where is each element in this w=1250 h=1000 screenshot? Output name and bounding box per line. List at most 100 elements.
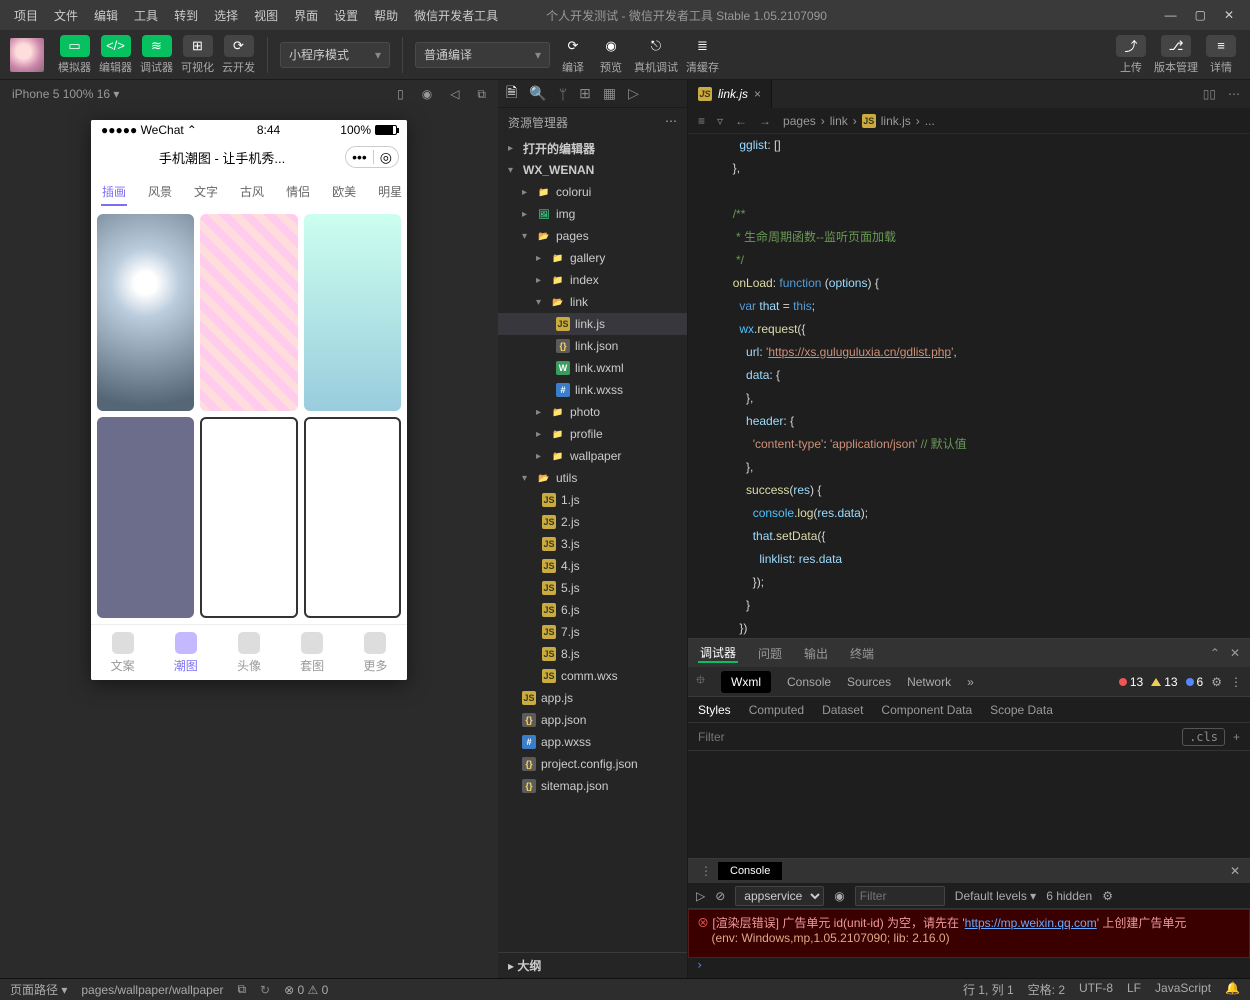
tab-network[interactable]: Network: [907, 675, 951, 689]
tab-sources[interactable]: Sources: [847, 675, 891, 689]
route-label[interactable]: 页面路径 ▾: [10, 981, 67, 998]
cat-tab[interactable]: 情侣: [275, 183, 321, 200]
cat-tab[interactable]: 风景: [137, 183, 183, 200]
bottom-tab[interactable]: 头像: [237, 632, 261, 674]
eye-icon[interactable]: ◉: [834, 889, 844, 903]
tree-file[interactable]: {}app.json: [498, 709, 687, 731]
split-icon[interactable]: ▯▯: [1203, 87, 1216, 101]
tree-file[interactable]: JSlink.js: [498, 313, 687, 335]
cat-tab[interactable]: 古风: [229, 183, 275, 200]
sync-icon[interactable]: ↻: [260, 983, 270, 997]
cloud-button[interactable]: ⟳云开发: [222, 35, 255, 75]
route-path[interactable]: pages/wallpaper/wallpaper: [81, 983, 223, 997]
lang-mode[interactable]: JavaScript: [1155, 981, 1211, 998]
debug-icon[interactable]: ▦: [603, 85, 616, 102]
avatar[interactable]: [10, 38, 44, 72]
gear-icon[interactable]: ⚙: [1211, 675, 1222, 689]
tree-file[interactable]: JS4.js: [498, 555, 687, 577]
close-icon[interactable]: ✕: [1220, 864, 1250, 878]
cat-tab[interactable]: 明星: [367, 183, 407, 200]
grid-item[interactable]: [304, 214, 401, 411]
run-icon[interactable]: ▷: [628, 85, 639, 102]
close-icon[interactable]: ✕: [1230, 646, 1240, 660]
tree-file[interactable]: Wlink.wxml: [498, 357, 687, 379]
tab-componentdata[interactable]: Component Data: [881, 703, 972, 717]
menu-item[interactable]: 选择: [206, 9, 246, 23]
grid-item[interactable]: [97, 417, 194, 618]
scheme-select[interactable]: 普通编译▾: [415, 42, 550, 68]
bottom-tab[interactable]: 潮图: [174, 632, 198, 674]
more-icon[interactable]: ⋮: [1230, 675, 1242, 689]
compile-mode-select[interactable]: 小程序模式▾: [280, 42, 390, 68]
tree-folder[interactable]: ▾📂link: [498, 291, 687, 313]
upload-button[interactable]: ⤴上传: [1116, 35, 1146, 75]
mute-icon[interactable]: ◁: [450, 87, 459, 102]
tree-folder[interactable]: ▸📁index: [498, 269, 687, 291]
editor-button[interactable]: </>编辑器: [99, 35, 132, 75]
search-icon[interactable]: 🔍: [529, 85, 546, 102]
compile-button[interactable]: ⟳编译: [558, 35, 588, 75]
menu-item[interactable]: 转到: [166, 9, 206, 23]
grid-item[interactable]: [200, 214, 297, 411]
preview-button[interactable]: ◉预览: [596, 35, 626, 75]
tree-folder[interactable]: ▸🖼img: [498, 203, 687, 225]
tree-file[interactable]: JS2.js: [498, 511, 687, 533]
cursor-pos[interactable]: 行 1, 列 1: [963, 981, 1014, 998]
close-icon[interactable]: ✕: [1224, 8, 1234, 22]
encoding[interactable]: UTF-8: [1079, 981, 1113, 998]
cat-tab[interactable]: 插画: [91, 183, 137, 200]
tab-wxml[interactable]: Wxml: [721, 671, 771, 693]
menu-item[interactable]: 工具: [126, 9, 166, 23]
menu-item[interactable]: 微信开发者工具: [406, 9, 506, 23]
tree-folder[interactable]: ▾📂utils: [498, 467, 687, 489]
more-icon[interactable]: ⋯: [1228, 87, 1240, 101]
tree-file[interactable]: #link.wxss: [498, 379, 687, 401]
tree-file[interactable]: JSapp.js: [498, 687, 687, 709]
tree-folder[interactable]: ▾📂pages: [498, 225, 687, 247]
record-icon[interactable]: ◉: [422, 87, 432, 102]
debugger-button[interactable]: ≋调试器: [140, 35, 173, 75]
tree-folder[interactable]: ▸📁photo: [498, 401, 687, 423]
files-icon[interactable]: 🗎: [506, 82, 517, 106]
menu-item[interactable]: 视图: [246, 9, 286, 23]
clear-icon[interactable]: ⊘: [715, 889, 725, 903]
bottom-tab[interactable]: 套图: [300, 632, 324, 674]
copy-icon[interactable]: ⧉: [237, 982, 246, 997]
editor-tab[interactable]: JSlink.js×: [688, 80, 772, 108]
forward-icon[interactable]: →: [759, 114, 771, 128]
tree-file[interactable]: JS3.js: [498, 533, 687, 555]
menu-item[interactable]: 界面: [286, 9, 326, 23]
tab-computed[interactable]: Computed: [749, 703, 804, 717]
tab-styles[interactable]: Styles: [698, 703, 731, 717]
levels-select[interactable]: Default levels ▾: [955, 889, 1036, 903]
real-debug-button[interactable]: ⎋真机调试: [634, 35, 678, 75]
status-errors[interactable]: ⊗ 0 ⚠ 0: [284, 983, 328, 997]
tab-problems[interactable]: 问题: [756, 645, 784, 662]
tree-file[interactable]: {}link.json: [498, 335, 687, 357]
menu-item[interactable]: 帮助: [366, 9, 406, 23]
visual-button[interactable]: ⊞可视化: [181, 35, 214, 75]
context-select[interactable]: appservice: [735, 886, 824, 906]
close-tab-icon[interactable]: ×: [754, 87, 761, 101]
eol[interactable]: LF: [1127, 981, 1141, 998]
bottom-tab[interactable]: 文案: [111, 632, 135, 674]
bell-icon[interactable]: 🔔: [1225, 981, 1240, 998]
tree-file[interactable]: JS5.js: [498, 577, 687, 599]
ext-icon[interactable]: ⊞: [579, 85, 591, 102]
collapse-icon[interactable]: ⌃: [1210, 646, 1220, 660]
copy-icon[interactable]: ⧉: [477, 87, 486, 102]
tree-folder[interactable]: ▸📁colorui: [498, 181, 687, 203]
minimize-icon[interactable]: —: [1165, 8, 1177, 22]
tree-file[interactable]: JScomm.wxs: [498, 665, 687, 687]
tree-file[interactable]: {}project.config.json: [498, 753, 687, 775]
tab-dataset[interactable]: Dataset: [822, 703, 863, 717]
tree-section[interactable]: ▾WX_WENAN: [498, 159, 687, 181]
simulator-button[interactable]: ▭模拟器: [58, 35, 91, 75]
menu-item[interactable]: 设置: [326, 9, 366, 23]
tree-file[interactable]: JS6.js: [498, 599, 687, 621]
error-link[interactable]: https://mp.weixin.qq.com: [965, 916, 1097, 930]
tree-folder[interactable]: ▸📁profile: [498, 423, 687, 445]
bottom-tab[interactable]: 更多: [363, 632, 387, 674]
grid-item[interactable]: [200, 417, 297, 618]
tab-console[interactable]: Console: [787, 675, 831, 689]
